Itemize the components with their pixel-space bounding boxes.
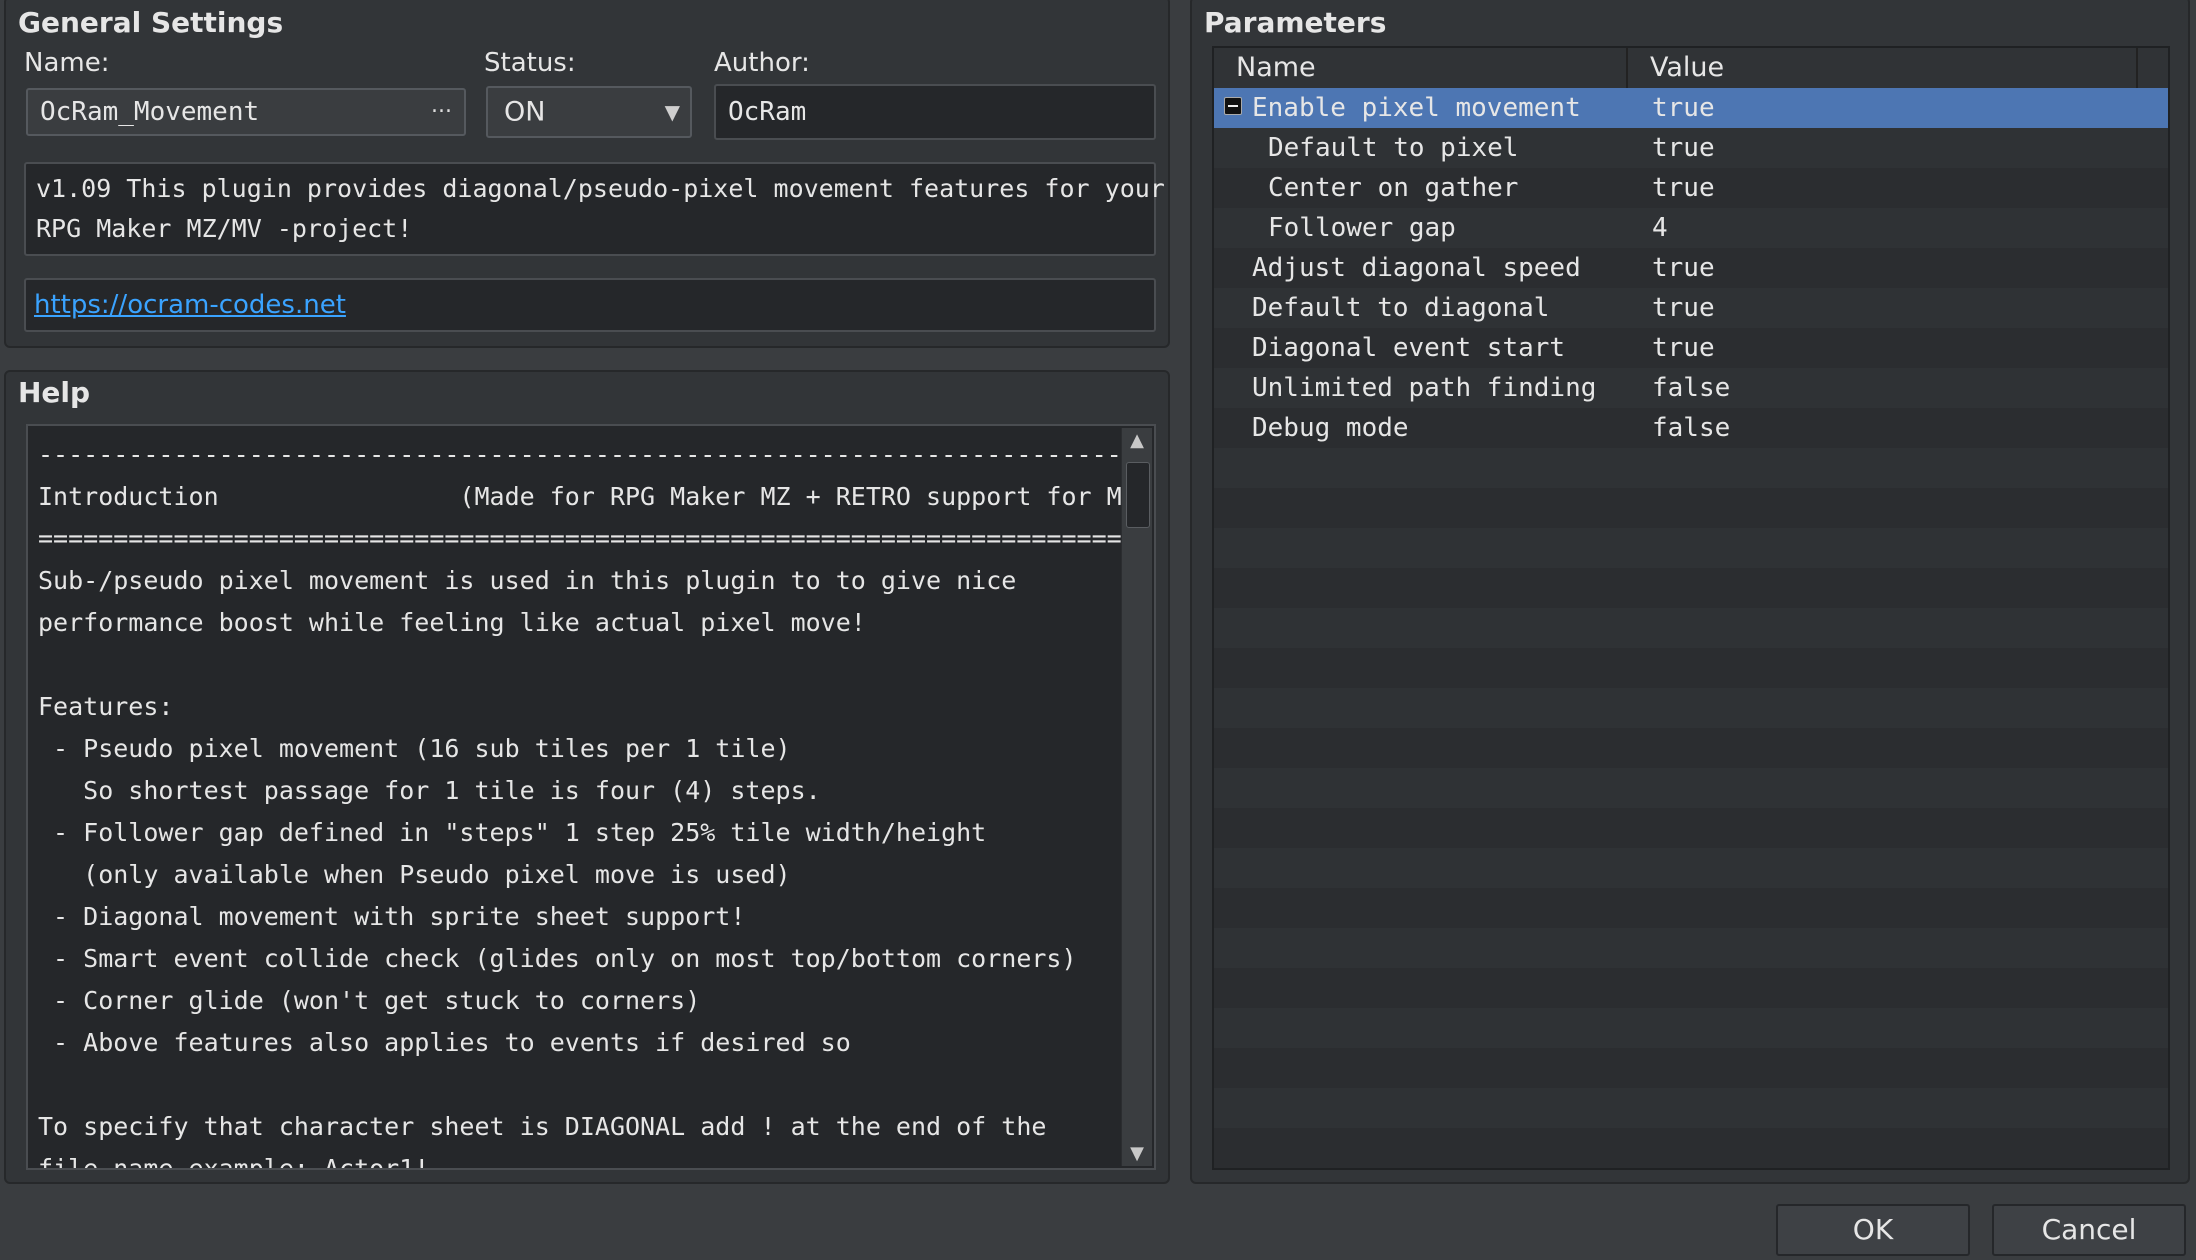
- empty-row: [1214, 488, 2168, 528]
- empty-row: [1214, 608, 2168, 648]
- chevron-down-icon: ▼: [664, 100, 680, 124]
- param-name: Diagonal event start: [1252, 333, 1566, 363]
- scroll-thumb[interactable]: [1126, 462, 1150, 528]
- empty-row: [1214, 448, 2168, 488]
- help-line: Features:: [38, 692, 174, 721]
- cancel-button[interactable]: Cancel: [1992, 1204, 2186, 1256]
- param-name: Default to diagonal: [1252, 293, 1550, 323]
- status-label: Status:: [484, 48, 576, 78]
- table-row[interactable]: Diagonal event start true: [1214, 328, 2168, 368]
- ok-button[interactable]: OK: [1776, 1204, 1970, 1256]
- param-name: Default to pixel: [1268, 133, 1519, 163]
- empty-row: [1214, 728, 2168, 768]
- scroll-up-icon[interactable]: ▲: [1122, 430, 1152, 451]
- param-name: Follower gap: [1268, 213, 1456, 243]
- empty-row: [1214, 1008, 2168, 1048]
- empty-row: [1214, 1128, 2168, 1168]
- help-line: ----------------------------------------…: [38, 440, 1122, 469]
- table-row[interactable]: Follower gap 4: [1214, 208, 2168, 248]
- empty-row: [1214, 688, 2168, 728]
- help-line: [38, 644, 1114, 686]
- general-settings-title: General Settings: [18, 6, 284, 39]
- param-value: true: [1652, 293, 1715, 323]
- description-field[interactable]: v1.09 This plugin provides diagonal/pseu…: [24, 162, 1165, 256]
- help-panel: Help -----------------------------------…: [4, 370, 1170, 1184]
- empty-row: [1214, 808, 2168, 848]
- table-row[interactable]: Debug mode false: [1214, 408, 2168, 448]
- empty-row: [1214, 888, 2168, 928]
- status-value: ON: [504, 96, 546, 128]
- help-title: Help: [18, 376, 91, 409]
- description-line-1: v1.09 This plugin provides diagonal/pseu…: [36, 174, 1165, 203]
- help-line: - Corner glide (won't get stuck to corne…: [38, 986, 701, 1015]
- name-label: Name:: [24, 48, 110, 78]
- general-settings-panel: General Settings Name: OcRam_Movement ··…: [4, 0, 1170, 348]
- param-name: Debug mode: [1252, 413, 1409, 443]
- help-line: performance boost while feeling like act…: [38, 608, 866, 637]
- column-header-name[interactable]: Name: [1214, 48, 1628, 88]
- help-line: (only available when Pseudo pixel move i…: [38, 860, 791, 889]
- table-row[interactable]: Default to pixel true: [1214, 128, 2168, 168]
- empty-row: [1214, 528, 2168, 568]
- help-line: So shortest passage for 1 tile is four (…: [38, 776, 821, 805]
- description-line-2: RPG Maker MZ/MV -project!: [36, 214, 413, 243]
- param-value: true: [1652, 133, 1715, 163]
- table-row[interactable]: Center on gather true: [1214, 168, 2168, 208]
- param-value: false: [1652, 413, 1731, 443]
- parameters-rows: Enable pixel movement true Default to pixe…: [1214, 88, 2168, 1168]
- help-scrollbar[interactable]: ▲ ▼: [1121, 428, 1152, 1166]
- help-line: - Smart event collide check (glides only…: [38, 944, 1077, 973]
- status-select[interactable]: ON ▼: [486, 86, 692, 138]
- help-line: - Pseudo pixel movement (16 sub tiles pe…: [38, 734, 791, 763]
- url-field: https://ocram-codes.net: [24, 278, 1156, 332]
- empty-row: [1214, 648, 2168, 688]
- empty-row: [1214, 848, 2168, 888]
- empty-row: [1214, 768, 2168, 808]
- parameters-title: Parameters: [1204, 6, 1387, 39]
- help-line: file name example: Actor1!: [38, 1154, 430, 1170]
- param-value: true: [1652, 253, 1715, 283]
- help-line: To specify that character sheet is DIAGO…: [38, 1112, 1047, 1141]
- table-row[interactable]: Unlimited path finding false: [1214, 368, 2168, 408]
- param-value: true: [1652, 173, 1715, 203]
- parameters-table[interactable]: Name Value Enable pixel movement true Defa…: [1212, 46, 2170, 1170]
- website-link[interactable]: https://ocram-codes.net: [34, 290, 346, 320]
- help-line: Sub-/pseudo pixel movement is used in th…: [38, 566, 1017, 595]
- help-text-area[interactable]: ----------------------------------------…: [26, 424, 1156, 1170]
- param-name: Enable pixel movement: [1252, 93, 1581, 123]
- empty-row: [1214, 568, 2168, 608]
- param-name: Center on gather: [1268, 173, 1519, 203]
- help-line: - Follower gap defined in "steps" 1 step…: [38, 818, 987, 847]
- param-value: false: [1652, 373, 1731, 403]
- author-value: OcRam: [728, 97, 807, 127]
- scroll-down-icon[interactable]: ▼: [1122, 1143, 1152, 1164]
- more-options-icon[interactable]: ···: [431, 100, 452, 125]
- empty-row: [1214, 1048, 2168, 1088]
- help-line: - Diagonal movement with sprite sheet su…: [38, 902, 746, 931]
- param-value: 4: [1652, 213, 1668, 243]
- author-field[interactable]: OcRam: [714, 84, 1156, 140]
- help-line: ========================================…: [38, 524, 1122, 553]
- empty-row: [1214, 968, 2168, 1008]
- parameters-panel: Parameters Name Value Enable pixel movem…: [1190, 0, 2190, 1184]
- table-row[interactable]: Default to diagonal true: [1214, 288, 2168, 328]
- empty-row: [1214, 928, 2168, 968]
- table-header: Name Value: [1214, 48, 2168, 89]
- name-field[interactable]: OcRam_Movement ···: [26, 88, 466, 136]
- help-line: - Above features also applies to events …: [38, 1028, 851, 1057]
- param-name: Unlimited path finding: [1252, 373, 1597, 403]
- help-line: [38, 1064, 1114, 1106]
- name-value: OcRam_Movement: [40, 97, 260, 127]
- table-row[interactable]: Enable pixel movement true: [1214, 88, 2168, 128]
- column-header-value[interactable]: Value: [1628, 48, 2138, 88]
- table-row[interactable]: Adjust diagonal speed true: [1214, 248, 2168, 288]
- collapse-icon[interactable]: [1224, 97, 1242, 115]
- param-name: Adjust diagonal speed: [1252, 253, 1581, 283]
- empty-row: [1214, 1088, 2168, 1128]
- param-value: true: [1652, 333, 1715, 363]
- author-label: Author:: [714, 48, 810, 78]
- param-value: true: [1652, 93, 1715, 123]
- help-line: Introduction (Made for RPG Maker MZ + RE…: [38, 482, 1152, 511]
- help-text: ----------------------------------------…: [38, 434, 1152, 1170]
